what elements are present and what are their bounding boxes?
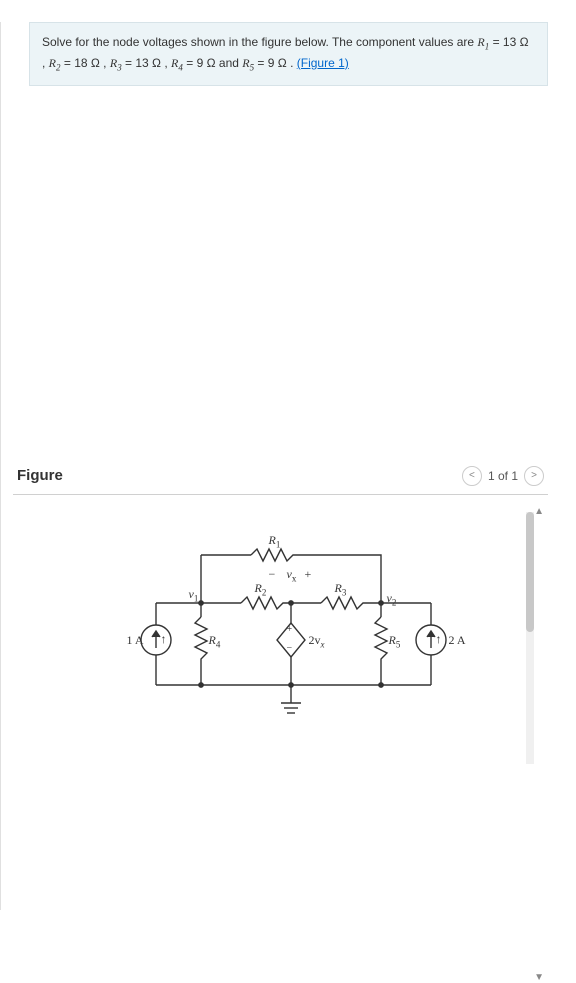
figure-header: Figure < 1 of 1 > bbox=[13, 466, 548, 495]
label-dep-source: 2vx bbox=[309, 633, 325, 649]
scrollbar-thumb[interactable] bbox=[526, 512, 534, 632]
var-R3: R3 bbox=[110, 56, 122, 70]
collapse-icon[interactable]: ▲ bbox=[534, 506, 544, 517]
var-R1: R1 bbox=[477, 35, 489, 49]
figure-link[interactable]: (Figure 1) bbox=[297, 56, 349, 70]
label-R5: R5 bbox=[389, 633, 401, 649]
scrollbar[interactable] bbox=[526, 512, 534, 764]
dep-minus: − bbox=[287, 643, 293, 654]
var-R5: R5 bbox=[242, 56, 254, 70]
circuit-svg bbox=[91, 525, 471, 735]
label-R1: R1 bbox=[269, 533, 281, 549]
i1-arrow: ↑ bbox=[161, 632, 167, 647]
page-indicator: 1 of 1 bbox=[488, 469, 518, 483]
label-v2: v2 bbox=[387, 591, 397, 607]
prev-button[interactable]: < bbox=[462, 466, 482, 486]
label-I2: 2 A bbox=[449, 633, 466, 648]
expand-icon[interactable]: ▼ bbox=[534, 972, 544, 983]
label-R2: R2 bbox=[255, 581, 267, 597]
vx-plus: + bbox=[305, 567, 312, 582]
vx-minus: − bbox=[269, 567, 276, 582]
problem-intro: Solve for the node voltages shown in the… bbox=[42, 35, 477, 49]
circuit-diagram: R1 R2 R3 R4 R5 v1 v2 vx − + 1 A 2 A 2vx … bbox=[91, 525, 471, 735]
label-v1: v1 bbox=[189, 587, 199, 603]
figure-section: Figure < 1 of 1 > ▲ ▼ bbox=[13, 466, 548, 735]
figure-pager: < 1 of 1 > bbox=[462, 466, 544, 486]
label-vx: vx bbox=[287, 567, 297, 583]
dep-plus: + bbox=[287, 624, 293, 635]
var-R2: R2 bbox=[49, 56, 61, 70]
var-R4: R4 bbox=[171, 56, 183, 70]
figure-title: Figure bbox=[17, 467, 63, 484]
label-I1: 1 A bbox=[127, 633, 144, 648]
label-R3: R3 bbox=[335, 581, 347, 597]
label-R4: R4 bbox=[209, 633, 221, 649]
i2-arrow: ↑ bbox=[436, 632, 442, 647]
problem-statement: Solve for the node voltages shown in the… bbox=[29, 22, 548, 86]
next-button[interactable]: > bbox=[524, 466, 544, 486]
